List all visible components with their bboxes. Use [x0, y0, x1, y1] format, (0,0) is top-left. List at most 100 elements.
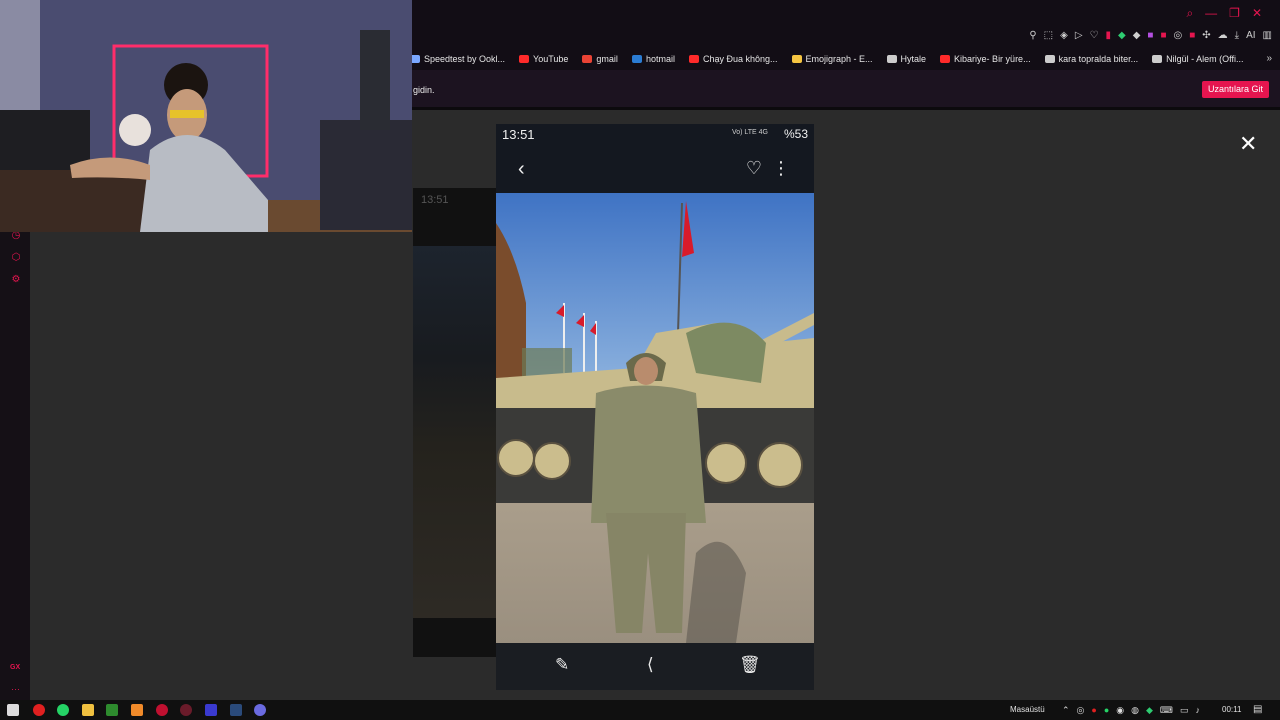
sidebar-more-icon[interactable]: ··· [11, 684, 20, 694]
tray-app-icon[interactable]: ◎ [1077, 705, 1085, 716]
bookmark-favicon-icon [631, 55, 642, 63]
system-tray: ⌃ ◎ ● ● ◉ ◍ ◆ ⌨ ▭ ♪ [1062, 705, 1200, 716]
puzzle-icon[interactable]: ✣ [1202, 30, 1210, 41]
phone-battery: %53 [783, 127, 808, 141]
bookmark-favicon-icon [886, 55, 897, 63]
notifications-icon[interactable]: ▤ [1253, 704, 1262, 715]
bookmark-favicon-icon [582, 55, 593, 63]
bookmark-label: Kibariye- Bir yüre... [954, 54, 1031, 64]
bookmark-favicon-icon [688, 55, 699, 63]
vs-icon[interactable] [205, 704, 217, 716]
desktop-label[interactable]: Masaüstü [1010, 705, 1045, 714]
xbox-icon[interactable] [106, 704, 118, 716]
go-to-extensions-button[interactable]: Uzantılara Git [1201, 81, 1269, 98]
search-icon[interactable]: ⌕ [1186, 6, 1193, 21]
bookmark-label: Speedtest by Ookl... [424, 54, 506, 64]
tray-app-icon[interactable]: ◉ [1116, 705, 1124, 716]
phone-screenshot: 13:51 Vo) LTE 4G %53 ‹ ♡ ⋮ ✎ ⟨ 🗑 [496, 124, 814, 690]
gx-label: GX [10, 664, 21, 671]
phone-time: 13:51 [502, 127, 535, 142]
bookmark-favicon-icon [1044, 55, 1055, 63]
network-icon[interactable]: ▭ [1180, 705, 1189, 716]
bookmark-favicon-icon [519, 55, 530, 63]
extensions-icon[interactable]: ⬡ [10, 252, 22, 264]
bookmark-item[interactable]: YouTube [519, 54, 568, 64]
bookmark-label: gmail [596, 54, 618, 64]
extension-icon[interactable]: ◆ [1133, 30, 1141, 41]
record-app-icon[interactable] [33, 704, 45, 716]
bookmark-item[interactable]: Speedtest by Ookl... [410, 54, 505, 64]
delete-icon[interactable]: 🗑 [739, 655, 761, 675]
heart-icon[interactable]: ♡ [746, 158, 762, 179]
photo-image [496, 193, 814, 643]
minimize-button[interactable]: — [1205, 6, 1217, 21]
phone-gallery-header: ‹ ♡ ⋮ [496, 146, 814, 192]
background-image-preview: 13:51 [413, 188, 496, 657]
vpn-icon[interactable]: ◆ [1118, 30, 1126, 41]
dimmed-photo [413, 246, 496, 618]
snapshot-icon[interactable]: ⬚ [1044, 30, 1053, 41]
opera-gx-active-icon[interactable] [180, 704, 192, 716]
cloud-icon[interactable]: ☁ [1218, 30, 1228, 41]
bookmark-item[interactable]: kara topralda biter... [1044, 54, 1138, 64]
windows-taskbar: Masaüstü ⌃ ◎ ● ● ◉ ◍ ◆ ⌨ ▭ ♪ 00:11 ▤ [0, 700, 1280, 720]
more-vertical-icon[interactable]: ⋮ [772, 158, 790, 179]
notice-text: gidin. [413, 85, 435, 95]
download-icon[interactable]: ⤓ [1235, 30, 1239, 41]
bookmark-label: Chạy Đua không... [702, 54, 778, 64]
extension-icon[interactable]: ▮ [1105, 30, 1111, 41]
close-icon[interactable]: ✕ [1239, 131, 1257, 157]
steam-tray-icon[interactable]: ◍ [1131, 705, 1139, 716]
edit-icon[interactable]: ✎ [555, 655, 569, 675]
bookmark-label: Nilgül - Alem (Offi... [1166, 54, 1244, 64]
dimmed-time: 13:51 [421, 194, 449, 206]
more-bookmarks-icon[interactable]: » [1266, 53, 1272, 64]
phone-photo-actions: ✎ ⟨ 🗑 [496, 643, 814, 690]
heart-icon[interactable]: ♡ [1090, 30, 1099, 41]
webcam-overlay [0, 0, 412, 232]
opera-gx-icon[interactable] [156, 704, 168, 716]
bookmark-favicon-icon [791, 55, 802, 63]
volume-icon[interactable]: ♪ [1195, 705, 1200, 716]
bookmark-favicon-icon [1152, 55, 1163, 63]
bookmark-item[interactable]: Kibariye- Bir yüre... [940, 54, 1031, 64]
chevron-left-icon[interactable]: ‹ [518, 158, 525, 181]
tray-app-icon[interactable]: ● [1104, 705, 1109, 716]
bookmark-item[interactable]: Chạy Đua không... [688, 54, 778, 64]
steam-icon[interactable] [230, 704, 242, 716]
settings-icon[interactable]: ⚙ [10, 274, 22, 286]
folder-icon[interactable] [82, 704, 94, 716]
tray-app-icon[interactable]: ◆ [1146, 705, 1153, 716]
taskbar-clock[interactable]: 00:11 [1222, 705, 1241, 714]
play-icon[interactable]: ▷ [1075, 30, 1083, 41]
discord-icon[interactable] [254, 704, 266, 716]
ai-button[interactable]: AI [1246, 30, 1255, 41]
sidebar-toggle-icon[interactable]: ▥ [1263, 30, 1272, 41]
bookmark-label: YouTube [533, 54, 569, 64]
keyboard-icon[interactable]: ⌨ [1160, 705, 1173, 716]
start-icon[interactable] [7, 704, 19, 716]
extension-icon[interactable]: ■ [1160, 30, 1166, 41]
bookmark-item[interactable]: Emojigraph - E... [791, 54, 873, 64]
whatsapp-icon[interactable] [57, 704, 69, 716]
bookmark-item[interactable]: gmail [582, 54, 618, 64]
bookmark-favicon-icon [940, 55, 951, 63]
search-app-icon[interactable] [131, 704, 143, 716]
bookmark-label: hotmail [645, 54, 675, 64]
share-icon[interactable]: ⟨ [647, 655, 654, 675]
photo-soldier-with-tank [496, 193, 814, 643]
phone-status-bar: 13:51 Vo) LTE 4G %53 [496, 124, 814, 146]
bookmark-item[interactable]: Hytale [886, 54, 926, 64]
shield-icon[interactable]: ◈ [1060, 30, 1068, 41]
bookmark-item[interactable]: hotmail [631, 54, 675, 64]
close-window-button[interactable]: ✕ [1252, 6, 1262, 21]
maximize-button[interactable]: ❐ [1229, 6, 1240, 21]
bookmark-item[interactable]: Nilgül - Alem (Offi... [1152, 54, 1243, 64]
pin-icon[interactable]: ⚲ [1029, 30, 1036, 41]
extension-icons: ⚲ ⬚ ◈ ▷ ♡ ▮ ◆ ◆ ■ ■ ◎ ■ ✣ ☁ ⤓ AI ▥ [1029, 30, 1272, 41]
extension-icon[interactable]: ■ [1147, 30, 1153, 41]
tray-expand-icon[interactable]: ⌃ [1062, 705, 1070, 716]
extension-icon[interactable]: ■ [1189, 30, 1195, 41]
tray-app-icon[interactable]: ● [1091, 705, 1096, 716]
extension-icon[interactable]: ◎ [1174, 30, 1183, 41]
